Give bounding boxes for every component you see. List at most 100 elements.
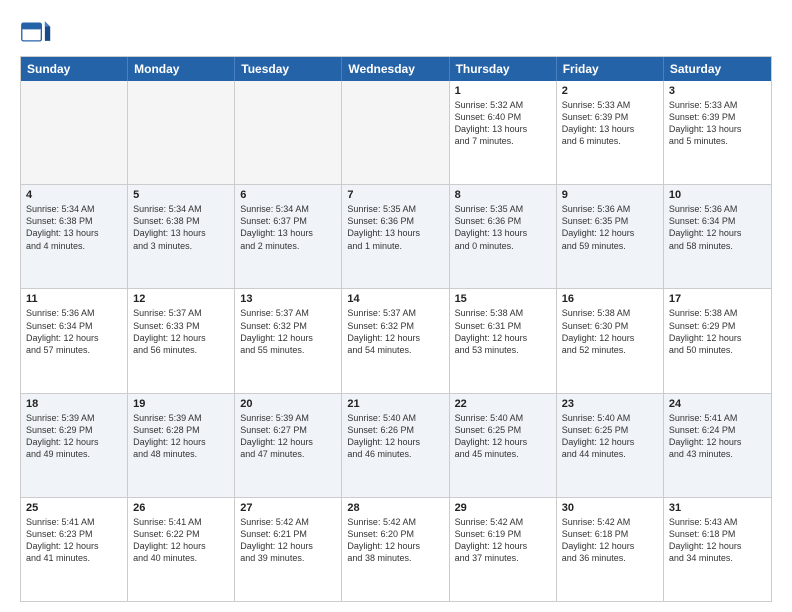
day-info: Sunrise: 5:36 AM Sunset: 6:35 PM Dayligh… [562, 203, 658, 252]
logo [20, 16, 56, 48]
day-info: Sunrise: 5:42 AM Sunset: 6:18 PM Dayligh… [562, 516, 658, 565]
calendar-row-4: 25 Sunrise: 5:41 AM Sunset: 6:23 PM Dayli… [21, 497, 771, 601]
day-number: 28 [347, 502, 443, 514]
day-number: 5 [133, 189, 229, 201]
day-info: Sunrise: 5:36 AM Sunset: 6:34 PM Dayligh… [669, 203, 766, 252]
day-info: Sunrise: 5:37 AM Sunset: 6:33 PM Dayligh… [133, 307, 229, 356]
cal-cell-day-7: 7Sunrise: 5:35 AM Sunset: 6:36 PM Daylig… [342, 185, 449, 288]
calendar-row-2: 11 Sunrise: 5:36 AM Sunset: 6:34 PM Dayli… [21, 288, 771, 392]
day-number: 20 [240, 398, 336, 410]
logo-icon [20, 16, 52, 48]
day-info: Sunrise: 5:38 AM Sunset: 6:30 PM Dayligh… [562, 307, 658, 356]
day-info: Sunrise: 5:34 AM Sunset: 6:38 PM Dayligh… [26, 203, 122, 252]
day-info: Sunrise: 5:39 AM Sunset: 6:29 PM Dayligh… [26, 412, 122, 461]
day-number: 19 [133, 398, 229, 410]
day-number: 24 [669, 398, 766, 410]
header-day-thursday: Thursday [450, 57, 557, 81]
day-number: 9 [562, 189, 658, 201]
day-info: Sunrise: 5:33 AM Sunset: 6:39 PM Dayligh… [669, 99, 766, 148]
cal-cell-day-21: 21 Sunrise: 5:40 AM Sunset: 6:26 PM Dayli… [342, 394, 449, 497]
cal-cell-day-10: 10Sunrise: 5:36 AM Sunset: 6:34 PM Dayli… [664, 185, 771, 288]
day-info: Sunrise: 5:38 AM Sunset: 6:29 PM Dayligh… [669, 307, 766, 356]
cal-cell-day-25: 25 Sunrise: 5:41 AM Sunset: 6:23 PM Dayli… [21, 498, 128, 601]
day-number: 11 [26, 293, 122, 305]
day-info: Sunrise: 5:41 AM Sunset: 6:24 PM Dayligh… [669, 412, 766, 461]
day-number: 2 [562, 85, 658, 97]
cal-cell-day-8: 8 Sunrise: 5:35 AM Sunset: 6:36 PM Daylig… [450, 185, 557, 288]
cal-cell-day-9: 9 Sunrise: 5:36 AM Sunset: 6:35 PM Daylig… [557, 185, 664, 288]
day-number: 13 [240, 293, 336, 305]
day-number: 7 [347, 189, 443, 201]
cal-cell-day-11: 11 Sunrise: 5:36 AM Sunset: 6:34 PM Dayli… [21, 289, 128, 392]
cal-cell-empty-0-0 [21, 81, 128, 184]
cal-cell-day-6: 6 Sunrise: 5:34 AM Sunset: 6:37 PM Daylig… [235, 185, 342, 288]
day-number: 3 [669, 85, 766, 97]
header-day-sunday: Sunday [21, 57, 128, 81]
header-day-monday: Monday [128, 57, 235, 81]
cal-cell-day-28: 28 Sunrise: 5:42 AM Sunset: 6:20 PM Dayli… [342, 498, 449, 601]
cal-cell-day-18: 18 Sunrise: 5:39 AM Sunset: 6:29 PM Dayli… [21, 394, 128, 497]
header-day-friday: Friday [557, 57, 664, 81]
calendar-row-3: 18 Sunrise: 5:39 AM Sunset: 6:29 PM Dayli… [21, 393, 771, 497]
cal-cell-day-14: 14 Sunrise: 5:37 AM Sunset: 6:32 PM Dayli… [342, 289, 449, 392]
cal-cell-day-3: 3 Sunrise: 5:33 AM Sunset: 6:39 PM Daylig… [664, 81, 771, 184]
day-info: Sunrise: 5:42 AM Sunset: 6:21 PM Dayligh… [240, 516, 336, 565]
calendar-body: 1 Sunrise: 5:32 AM Sunset: 6:40 PM Daylig… [21, 81, 771, 601]
cal-cell-day-16: 16 Sunrise: 5:38 AM Sunset: 6:30 PM Dayli… [557, 289, 664, 392]
day-number: 21 [347, 398, 443, 410]
day-number: 31 [669, 502, 766, 514]
calendar-row-0: 1 Sunrise: 5:32 AM Sunset: 6:40 PM Daylig… [21, 81, 771, 184]
day-info: Sunrise: 5:35 AM Sunset: 6:36 PM Dayligh… [455, 203, 551, 252]
header-day-wednesday: Wednesday [342, 57, 449, 81]
day-number: 30 [562, 502, 658, 514]
day-info: Sunrise: 5:32 AM Sunset: 6:40 PM Dayligh… [455, 99, 551, 148]
cal-cell-day-12: 12 Sunrise: 5:37 AM Sunset: 6:33 PM Dayli… [128, 289, 235, 392]
header [20, 16, 772, 48]
day-number: 25 [26, 502, 122, 514]
day-info: Sunrise: 5:37 AM Sunset: 6:32 PM Dayligh… [240, 307, 336, 356]
cal-cell-day-30: 30 Sunrise: 5:42 AM Sunset: 6:18 PM Dayli… [557, 498, 664, 601]
day-number: 26 [133, 502, 229, 514]
cal-cell-empty-0-3 [342, 81, 449, 184]
day-number: 17 [669, 293, 766, 305]
day-number: 12 [133, 293, 229, 305]
day-info: Sunrise: 5:40 AM Sunset: 6:25 PM Dayligh… [455, 412, 551, 461]
cal-cell-day-20: 20 Sunrise: 5:39 AM Sunset: 6:27 PM Dayli… [235, 394, 342, 497]
day-number: 16 [562, 293, 658, 305]
day-info: Sunrise: 5:42 AM Sunset: 6:20 PM Dayligh… [347, 516, 443, 565]
day-info: Sunrise: 5:33 AM Sunset: 6:39 PM Dayligh… [562, 99, 658, 148]
page: SundayMondayTuesdayWednesdayThursdayFrid… [0, 0, 792, 612]
day-info: Sunrise: 5:43 AM Sunset: 6:18 PM Dayligh… [669, 516, 766, 565]
cal-cell-day-27: 27 Sunrise: 5:42 AM Sunset: 6:21 PM Dayli… [235, 498, 342, 601]
day-info: Sunrise: 5:34 AM Sunset: 6:38 PM Dayligh… [133, 203, 229, 252]
day-number: 4 [26, 189, 122, 201]
cal-cell-day-2: 2 Sunrise: 5:33 AM Sunset: 6:39 PM Daylig… [557, 81, 664, 184]
day-number: 1 [455, 85, 551, 97]
day-info: Sunrise: 5:42 AM Sunset: 6:19 PM Dayligh… [455, 516, 551, 565]
day-number: 15 [455, 293, 551, 305]
day-number: 8 [455, 189, 551, 201]
cal-cell-day-23: 23Sunrise: 5:40 AM Sunset: 6:25 PM Dayli… [557, 394, 664, 497]
cal-cell-empty-0-2 [235, 81, 342, 184]
day-info: Sunrise: 5:34 AM Sunset: 6:37 PM Dayligh… [240, 203, 336, 252]
cal-cell-day-17: 17 Sunrise: 5:38 AM Sunset: 6:29 PM Dayli… [664, 289, 771, 392]
cal-cell-day-15: 15 Sunrise: 5:38 AM Sunset: 6:31 PM Dayli… [450, 289, 557, 392]
day-info: Sunrise: 5:40 AM Sunset: 6:26 PM Dayligh… [347, 412, 443, 461]
calendar-header-row: SundayMondayTuesdayWednesdayThursdayFrid… [21, 57, 771, 81]
calendar: SundayMondayTuesdayWednesdayThursdayFrid… [20, 56, 772, 602]
cal-cell-day-1: 1 Sunrise: 5:32 AM Sunset: 6:40 PM Daylig… [450, 81, 557, 184]
day-info: Sunrise: 5:39 AM Sunset: 6:28 PM Dayligh… [133, 412, 229, 461]
day-number: 18 [26, 398, 122, 410]
day-info: Sunrise: 5:36 AM Sunset: 6:34 PM Dayligh… [26, 307, 122, 356]
day-number: 14 [347, 293, 443, 305]
day-number: 22 [455, 398, 551, 410]
day-number: 23 [562, 398, 658, 410]
day-info: Sunrise: 5:38 AM Sunset: 6:31 PM Dayligh… [455, 307, 551, 356]
cal-cell-day-19: 19 Sunrise: 5:39 AM Sunset: 6:28 PM Dayli… [128, 394, 235, 497]
day-number: 27 [240, 502, 336, 514]
cal-cell-day-29: 29Sunrise: 5:42 AM Sunset: 6:19 PM Dayli… [450, 498, 557, 601]
day-info: Sunrise: 5:39 AM Sunset: 6:27 PM Dayligh… [240, 412, 336, 461]
day-info: Sunrise: 5:37 AM Sunset: 6:32 PM Dayligh… [347, 307, 443, 356]
day-info: Sunrise: 5:41 AM Sunset: 6:23 PM Dayligh… [26, 516, 122, 565]
day-number: 6 [240, 189, 336, 201]
